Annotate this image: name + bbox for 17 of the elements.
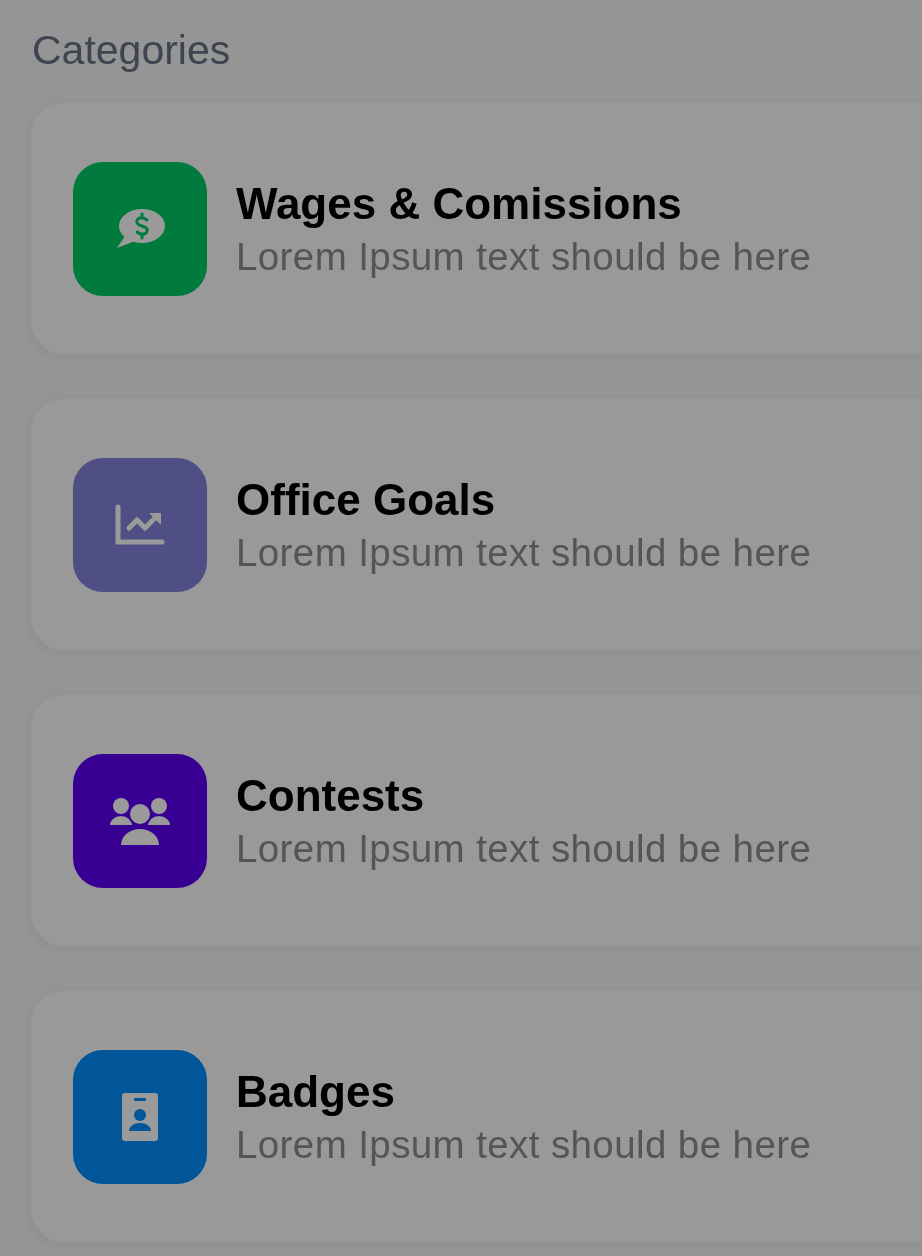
category-title: Contests xyxy=(236,770,426,821)
group-people-icon xyxy=(109,796,171,845)
speech-bubble-dollar-icon xyxy=(115,207,165,250)
category-card[interactable]: Office Goals Lorem Ipsum text should be here xyxy=(30,398,922,651)
section-title: Categories xyxy=(32,26,232,75)
category-description: Lorem Ipsum text should be here xyxy=(236,826,812,871)
category-description: Lorem Ipsum text should be here xyxy=(236,1122,812,1167)
category-title: Badges xyxy=(236,1066,396,1117)
category-card[interactable]: Contests Lorem Ipsum text should be here xyxy=(30,694,922,947)
line-chart-icon xyxy=(115,503,165,546)
category-card[interactable]: Wages & Comissions Lorem Ipsum text should be here xyxy=(30,102,922,355)
id-badge-icon xyxy=(122,1092,158,1141)
category-card[interactable]: Badges Lorem Ipsum text should be here xyxy=(30,990,922,1243)
category-description: Lorem Ipsum text should be here xyxy=(236,530,812,575)
category-title: Wages & Comissions xyxy=(236,178,683,229)
category-title: Office Goals xyxy=(236,474,497,525)
category-description: Lorem Ipsum text should be here xyxy=(236,234,812,279)
